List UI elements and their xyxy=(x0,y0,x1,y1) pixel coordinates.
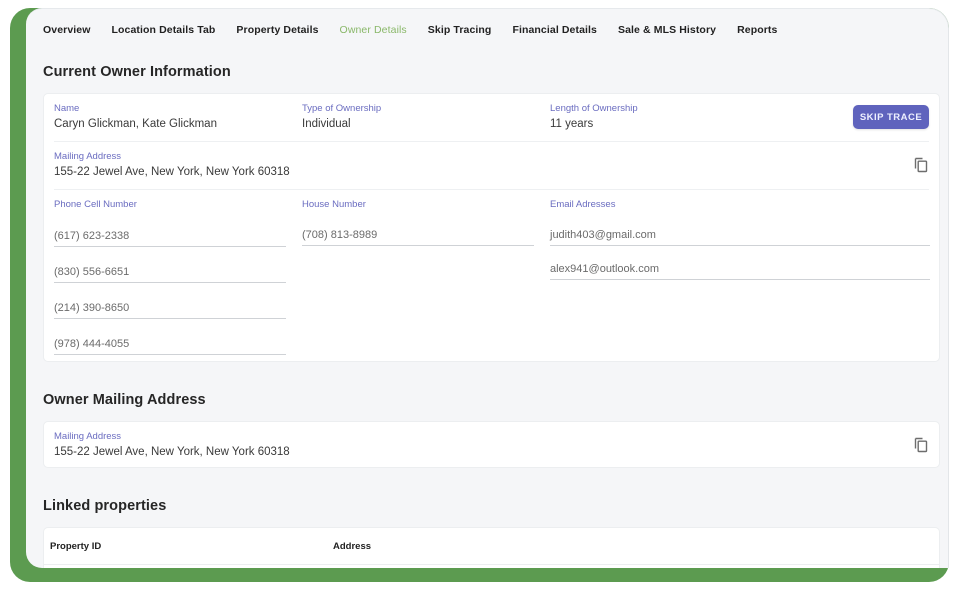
copy-icon[interactable] xyxy=(914,157,928,173)
ownership-type-label: Type of Ownership xyxy=(302,103,382,114)
table-header-divider xyxy=(44,564,939,565)
email-value: alex941@outlook.com xyxy=(550,263,660,275)
name-value: Caryn Glickman, Kate Glickman xyxy=(54,118,217,130)
mailing-address-value: 155-22 Jewel Ave, New York, New York 603… xyxy=(54,166,290,178)
linked-properties-title: Linked properties xyxy=(43,498,167,514)
divider xyxy=(54,141,929,142)
email-field[interactable]: judith403@gmail.com xyxy=(550,226,930,246)
phone-field[interactable]: (617) 623-2338 xyxy=(54,227,286,247)
current-owner-title: Current Owner Information xyxy=(43,64,231,80)
mailing-address-label: Mailing Address xyxy=(54,431,122,442)
owner-details-panel: Overview Location Details Tab Property D… xyxy=(26,8,949,568)
skip-trace-button[interactable]: SKIP TRACE xyxy=(853,105,929,129)
current-owner-card: Name Caryn Glickman, Kate Glickman Type … xyxy=(43,93,940,362)
divider xyxy=(54,189,929,190)
phone-field[interactable]: (978) 444-4055 xyxy=(54,335,286,355)
tab-financial-details[interactable]: Financial Details xyxy=(512,24,597,36)
phone-value: (978) 444-4055 xyxy=(54,338,130,350)
email-label: Email Adresses xyxy=(550,199,616,210)
owner-mailing-title: Owner Mailing Address xyxy=(43,392,206,408)
name-label: Name xyxy=(54,103,80,114)
tab-reports[interactable]: Reports xyxy=(737,24,777,36)
phone-field[interactable]: (830) 556-6651 xyxy=(54,263,286,283)
house-number-label: House Number xyxy=(302,199,366,210)
phone-field[interactable]: (214) 390-8650 xyxy=(54,299,286,319)
mailing-address-label: Mailing Address xyxy=(54,151,122,162)
copy-icon[interactable] xyxy=(914,437,928,453)
house-number-field[interactable]: (708) 813-8989 xyxy=(302,226,534,246)
tab-skip-tracing[interactable]: Skip Tracing xyxy=(428,24,492,36)
house-number-value: (708) 813-8989 xyxy=(302,229,378,241)
ownership-type-value: Individual xyxy=(302,118,351,130)
tab-bar: Overview Location Details Tab Property D… xyxy=(43,24,798,36)
ownership-length-value: 11 years xyxy=(550,118,594,130)
tab-location-details[interactable]: Location Details Tab xyxy=(112,24,216,36)
tab-overview[interactable]: Overview xyxy=(43,24,91,36)
phone-value: (214) 390-8650 xyxy=(54,302,130,314)
column-header-property-id: Property ID xyxy=(50,541,102,552)
linked-properties-table: Property ID Address xyxy=(43,527,940,568)
tab-sale-mls-history[interactable]: Sale & MLS History xyxy=(618,24,716,36)
tab-owner-details[interactable]: Owner Details xyxy=(340,24,407,36)
owner-mailing-card: Mailing Address 155-22 Jewel Ave, New Yo… xyxy=(43,421,940,468)
column-header-address: Address xyxy=(333,541,372,552)
tab-property-details[interactable]: Property Details xyxy=(236,24,318,36)
mailing-address-value: 155-22 Jewel Ave, New York, New York 603… xyxy=(54,446,290,458)
phone-label: Phone Cell Number xyxy=(54,199,137,210)
phone-value: (830) 556-6651 xyxy=(54,266,130,278)
phone-value: (617) 623-2338 xyxy=(54,230,130,242)
email-value: judith403@gmail.com xyxy=(550,229,656,241)
email-field[interactable]: alex941@outlook.com xyxy=(550,260,930,280)
ownership-length-label: Length of Ownership xyxy=(550,103,638,114)
